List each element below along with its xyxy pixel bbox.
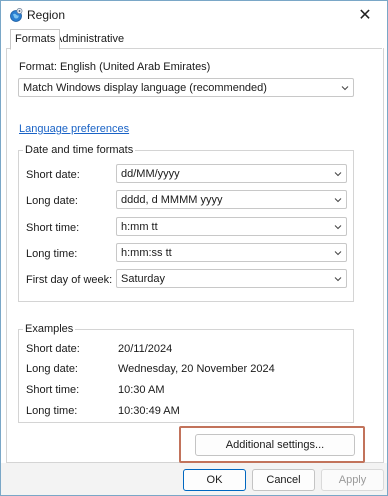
short-date-label: Short date: (26, 169, 80, 181)
example-long-time-label: Long time: (26, 405, 78, 417)
region-dialog: Region ✕ Formats Administrative Format: … (0, 0, 388, 496)
close-button[interactable]: ✕ (343, 1, 387, 29)
format-label: Format: English (United Arab Emirates) (19, 61, 211, 73)
chevron-down-icon (334, 172, 342, 177)
language-preferences-link[interactable]: Language preferences (19, 123, 129, 135)
example-long-date-label: Long date: (26, 363, 78, 375)
short-date-value: dd/MM/yyyy (121, 168, 180, 180)
chevron-down-icon (334, 198, 342, 203)
window-title: Region (27, 8, 66, 22)
ok-button[interactable]: OK (183, 469, 246, 491)
example-short-time-value: 10:30 AM (118, 384, 165, 396)
tab-administrative[interactable]: Administrative (51, 30, 128, 48)
additional-settings-button[interactable]: Additional settings... (195, 434, 355, 456)
title-bar[interactable]: Region ✕ (1, 1, 387, 29)
apply-button[interactable]: Apply (321, 469, 384, 491)
short-time-select[interactable]: h:mm tt (116, 217, 347, 236)
format-select[interactable]: Match Windows display language (recommen… (18, 78, 354, 97)
example-short-date-value: 20/11/2024 (118, 343, 173, 355)
first-day-of-week-label: First day of week: (26, 274, 113, 286)
first-day-of-week-select[interactable]: Saturday (116, 269, 347, 288)
example-short-time-label: Short time: (26, 384, 80, 396)
short-time-value: h:mm tt (121, 221, 158, 233)
short-time-label: Short time: (26, 222, 80, 234)
long-time-value: h:mm:ss tt (121, 247, 172, 259)
example-long-time-value: 10:30:49 AM (118, 405, 180, 417)
example-short-date-label: Short date: (26, 343, 80, 355)
format-select-value: Match Windows display language (recommen… (23, 82, 267, 94)
long-date-label: Long date: (26, 195, 78, 207)
short-date-select[interactable]: dd/MM/yyyy (116, 164, 347, 183)
long-date-value: dddd, d MMMM yyyy (121, 194, 223, 206)
region-globe-icon (10, 8, 23, 22)
cancel-button[interactable]: Cancel (252, 469, 315, 491)
long-date-select[interactable]: dddd, d MMMM yyyy (116, 190, 347, 209)
tab-formats[interactable]: Formats (10, 29, 61, 50)
date-time-formats-legend: Date and time formats (23, 144, 136, 156)
chevron-down-icon (334, 225, 342, 230)
chevron-down-icon (334, 277, 342, 282)
examples-legend: Examples (23, 323, 76, 335)
long-time-select[interactable]: h:mm:ss tt (116, 243, 347, 262)
long-time-label: Long time: (26, 248, 78, 260)
chevron-down-icon (334, 251, 342, 256)
chevron-down-icon (341, 86, 349, 91)
tab-bar: Formats Administrative (6, 29, 382, 50)
close-icon: ✕ (358, 7, 372, 24)
example-long-date-value: Wednesday, 20 November 2024 (118, 363, 275, 375)
first-day-of-week-value: Saturday (121, 273, 166, 285)
